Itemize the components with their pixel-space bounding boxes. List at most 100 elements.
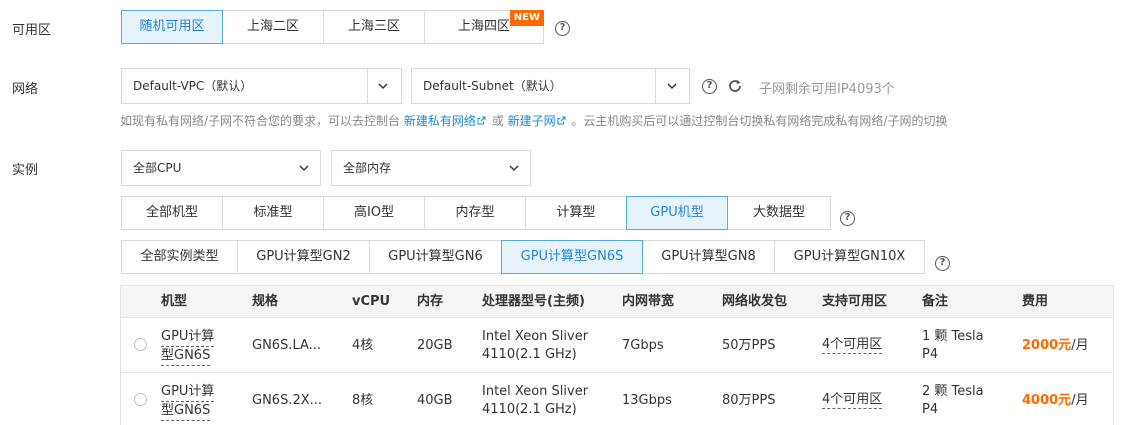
memory-select[interactable]: 全部内存 bbox=[331, 150, 531, 186]
tab-high-io[interactable]: 高IO型 bbox=[323, 196, 425, 230]
cell-note: 2 颗 Tesla P4 bbox=[922, 383, 984, 419]
external-link-icon bbox=[557, 116, 566, 125]
zone-help-icon[interactable]: ? bbox=[555, 21, 570, 36]
cpu-line: Intel Xeon Sliver bbox=[482, 384, 589, 399]
col-note: 备注 bbox=[922, 294, 949, 309]
select-divider bbox=[655, 69, 656, 103]
cell-pps: 50万PPS bbox=[722, 338, 776, 353]
memory-select-value: 全部内存 bbox=[343, 161, 392, 175]
cell-vcpu: 8核 bbox=[352, 393, 374, 408]
hint-text: 或 bbox=[491, 114, 504, 128]
zone-option-shanghai-2[interactable]: 上海二区 bbox=[222, 10, 324, 44]
cell-bandwidth: 13Gbps bbox=[622, 393, 672, 408]
tab-gn6[interactable]: GPU计算型GN6 bbox=[369, 240, 502, 274]
tab-gn6s[interactable]: GPU计算型GN6S bbox=[501, 240, 643, 274]
cpu-select[interactable]: 全部CPU bbox=[121, 150, 321, 186]
model-line: 型GN6S bbox=[161, 402, 211, 421]
hint-text: 。云主机购买后可以通过控制台切换私有网络完成私有网络/子网的切换 bbox=[571, 114, 948, 128]
col-model: 机型 bbox=[161, 294, 188, 309]
cpu-line: Intel Xeon Sliver bbox=[482, 329, 589, 344]
tab-compute[interactable]: 计算型 bbox=[525, 196, 627, 230]
tab-gpu[interactable]: GPU机型 bbox=[626, 196, 728, 230]
category-help-icon[interactable]: ? bbox=[840, 211, 855, 226]
cell-pps: 80万PPS bbox=[722, 393, 776, 408]
cell-zones[interactable]: 4个可用区 bbox=[822, 337, 883, 354]
create-vpc-link-label: 新建私有网络 bbox=[403, 114, 476, 128]
create-subnet-link[interactable]: 新建子网 bbox=[508, 114, 568, 128]
tab-gn8[interactable]: GPU计算型GN8 bbox=[642, 240, 775, 274]
model-line: GPU计算 bbox=[161, 328, 215, 347]
vpc-select-value: Default-VPC（默认） bbox=[133, 79, 253, 93]
instance-category-tabs: 全部机型 标准型 高IO型 内存型 计算型 GPU机型 大数据型 bbox=[121, 196, 831, 230]
zone-option-shanghai-4[interactable]: 上海四区 NEW bbox=[424, 10, 544, 44]
col-pps: 网络收发包 bbox=[722, 294, 788, 309]
hint-text: 如现有私有网络/子网不符合您的要求，可以去控制台 bbox=[120, 114, 401, 128]
cell-bandwidth: 7Gbps bbox=[622, 338, 664, 353]
col-zones: 支持可用区 bbox=[822, 294, 888, 309]
tab-all-instance-types[interactable]: 全部实例类型 bbox=[121, 240, 238, 274]
cell-spec: GN6S.LA... bbox=[252, 338, 322, 353]
table-row[interactable]: GPU计算 型GN6S GN6S.LA... 4核 20GB Intel Xeo… bbox=[121, 318, 1113, 373]
create-vpc-link[interactable]: 新建私有网络 bbox=[404, 114, 488, 128]
cell-note: 1 颗 Tesla P4 bbox=[922, 328, 984, 364]
instance-type-tabs: 全部实例类型 GPU计算型GN2 GPU计算型GN6 GPU计算型GN6S GP… bbox=[121, 240, 925, 274]
note-line: P4 bbox=[922, 347, 939, 362]
instance-label: 实例 bbox=[12, 163, 39, 178]
type-help-icon[interactable]: ? bbox=[935, 256, 950, 271]
create-subnet-link-label: 新建子网 bbox=[507, 114, 556, 128]
cell-zones[interactable]: 4个可用区 bbox=[822, 392, 883, 409]
chevron-down-icon bbox=[509, 165, 519, 171]
new-badge: NEW bbox=[509, 10, 544, 26]
subnet-remaining-ip: 子网剩余可用IP4093个 bbox=[759, 82, 895, 97]
price-unit: /月 bbox=[1071, 338, 1089, 353]
cpu-line: 4110(2.1 GHz) bbox=[482, 347, 577, 362]
col-cpu-model: 处理器型号(主频) bbox=[482, 294, 585, 309]
tab-all-models[interactable]: 全部机型 bbox=[121, 196, 223, 230]
cell-memory: 20GB bbox=[417, 338, 453, 353]
col-fee: 费用 bbox=[1022, 294, 1049, 309]
chevron-down-icon bbox=[378, 83, 388, 89]
subnet-select[interactable]: Default-Subnet（默认） bbox=[411, 68, 690, 104]
subnet-select-value: Default-Subnet（默认） bbox=[423, 79, 562, 93]
row-radio[interactable] bbox=[134, 338, 147, 351]
cpu-line: 4110(2.1 GHz) bbox=[482, 402, 577, 417]
price: 4000元 bbox=[1022, 393, 1072, 408]
cell-model: GPU计算 型GN6S bbox=[161, 383, 215, 421]
zone-label: 可用区 bbox=[12, 23, 52, 38]
select-divider bbox=[367, 69, 368, 103]
tab-big-data[interactable]: 大数据型 bbox=[727, 196, 831, 230]
col-vcpu: vCPU bbox=[352, 294, 391, 309]
table-header: 机型 规格 vCPU 内存 处理器型号(主频) 内网带宽 网络收发包 支持可用区… bbox=[121, 286, 1113, 318]
col-spec: 规格 bbox=[252, 294, 279, 309]
refresh-icon[interactable] bbox=[727, 78, 743, 94]
note-line: 1 颗 Tesla bbox=[922, 329, 984, 344]
network-label: 网络 bbox=[12, 82, 39, 97]
cell-fee: 2000元/月 bbox=[1022, 337, 1089, 355]
price: 2000元 bbox=[1022, 338, 1072, 353]
note-line: 2 颗 Tesla bbox=[922, 384, 984, 399]
cell-vcpu: 4核 bbox=[352, 338, 374, 353]
cell-model: GPU计算 型GN6S bbox=[161, 328, 215, 366]
tab-standard[interactable]: 标准型 bbox=[222, 196, 324, 230]
vpc-select[interactable]: Default-VPC（默认） bbox=[121, 68, 402, 104]
chevron-down-icon bbox=[299, 165, 309, 171]
col-bandwidth: 内网带宽 bbox=[622, 294, 675, 309]
tab-gn10x[interactable]: GPU计算型GN10X bbox=[774, 240, 925, 274]
cpu-select-value: 全部CPU bbox=[133, 161, 182, 175]
zone-option-shanghai-3[interactable]: 上海三区 bbox=[323, 10, 425, 44]
zone-option-label: 上海四区 bbox=[457, 19, 510, 34]
network-help-icon[interactable]: ? bbox=[702, 79, 717, 94]
zone-option-random[interactable]: 随机可用区 bbox=[121, 10, 223, 44]
zone-selector: 随机可用区 上海二区 上海三区 上海四区 NEW bbox=[121, 10, 544, 44]
cell-cpu-model: Intel Xeon Sliver 4110(2.1 GHz) bbox=[482, 383, 588, 419]
price-unit: /月 bbox=[1071, 393, 1089, 408]
tab-gn2[interactable]: GPU计算型GN2 bbox=[237, 240, 370, 274]
cell-memory: 40GB bbox=[417, 393, 453, 408]
cell-spec: GN6S.2X... bbox=[252, 393, 323, 408]
row-radio[interactable] bbox=[134, 393, 147, 406]
instance-table: 机型 规格 vCPU 内存 处理器型号(主频) 内网带宽 网络收发包 支持可用区… bbox=[120, 285, 1114, 425]
network-hint: 如现有私有网络/子网不符合您的要求，可以去控制台 新建私有网络 或 新建子网 。… bbox=[120, 112, 947, 129]
table-row[interactable]: GPU计算 型GN6S GN6S.2X... 8核 40GB Intel Xeo… bbox=[121, 373, 1113, 425]
chevron-down-icon bbox=[667, 83, 677, 89]
tab-memory[interactable]: 内存型 bbox=[424, 196, 526, 230]
